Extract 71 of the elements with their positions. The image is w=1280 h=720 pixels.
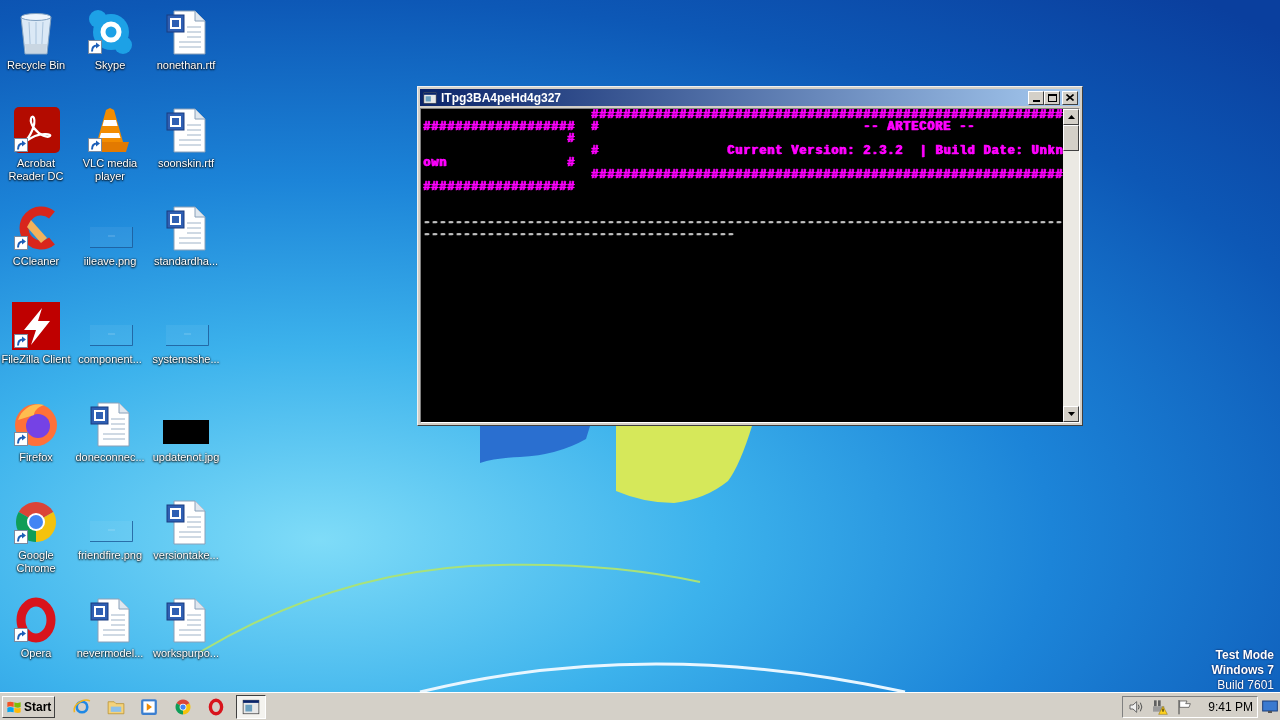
icon-label[interactable]: Google Chrome: [0, 549, 72, 575]
icon-label[interactable]: nevermodel...: [76, 647, 144, 660]
console-text: | Build Date: Unkn: [919, 144, 1063, 158]
console-text: #: [591, 120, 600, 134]
icon-label[interactable]: friendfire.png: [77, 549, 143, 562]
image-thumbnail-icon[interactable]: [90, 227, 133, 248]
console-text: #: [567, 156, 576, 170]
icon-label[interactable]: standardha...: [153, 255, 219, 268]
console-text: #: [591, 144, 600, 158]
window-icon: [242, 697, 261, 716]
icon-label[interactable]: workspurpo...: [153, 647, 219, 660]
icon-label[interactable]: Acrobat Reader DC: [0, 157, 72, 183]
icon-label[interactable]: iileave.png: [83, 255, 137, 268]
icon-label[interactable]: CCleaner: [12, 255, 60, 268]
image-thumbnail-icon[interactable]: [90, 521, 133, 542]
taskbar-window-button[interactable]: [236, 694, 267, 719]
console-text: own: [423, 156, 447, 170]
speaker-icon[interactable]: [1128, 698, 1145, 715]
close-icon: [1066, 94, 1074, 101]
icon-label[interactable]: systemsshe...: [152, 353, 220, 366]
segmented-circle-icon: [173, 697, 192, 716]
image-thumbnail-icon[interactable]: [163, 420, 209, 444]
close-button[interactable]: [1062, 90, 1078, 105]
flag-icon[interactable]: [1176, 698, 1193, 715]
maximize-button[interactable]: [1044, 90, 1060, 105]
console-text: Current Version: 2.3.2: [727, 144, 904, 158]
scroll-down-button[interactable]: [1063, 406, 1079, 422]
icon-label[interactable]: Skype: [94, 59, 126, 72]
console-text: ---------------------------------------: [423, 228, 736, 242]
console-text: ###########################################################: [591, 109, 1063, 122]
console-text: ###########################################################: [591, 168, 1063, 182]
icon-label[interactable]: Firefox: [19, 451, 53, 464]
minimize-button[interactable]: [1028, 90, 1044, 105]
up-arrow-icon: [1067, 115, 1075, 119]
down-arrow-icon: [1067, 412, 1075, 416]
maximize-icon: [1047, 93, 1057, 102]
console-text: #: [567, 132, 576, 146]
bolt-tile-icon[interactable]: [12, 302, 60, 350]
icon-label[interactable]: nonethan.rtf: [156, 59, 216, 72]
window-title: lTpg3BA4peHd4g327: [441, 90, 562, 105]
swirl-tile-icon[interactable]: [12, 106, 60, 154]
icon-label[interactable]: component...: [78, 353, 142, 366]
system-notice-text: Windows 7: [1211, 663, 1274, 678]
icon-label[interactable]: updatenot.jpg: [152, 451, 220, 464]
scroll-up-button[interactable]: [1063, 109, 1079, 125]
icon-label[interactable]: doneconnec...: [75, 451, 145, 464]
start-button[interactable]: Start: [2, 695, 56, 718]
icon-label[interactable]: Recycle Bin: [6, 59, 66, 72]
scrollbar[interactable]: [1063, 109, 1079, 422]
ring-icon: [207, 697, 226, 716]
system-notice-text: Build 7601: [1217, 678, 1274, 693]
image-thumbnail-icon[interactable]: [90, 325, 133, 346]
system-notice-text: Test Mode: [1215, 648, 1274, 663]
minimize-icon: [1032, 99, 1040, 102]
play-icon: [140, 697, 159, 716]
window-icon[interactable]: [423, 90, 437, 105]
icon-label[interactable]: soonskin.rtf: [157, 157, 215, 170]
monitor-icon: [1262, 698, 1278, 715]
console-text: ###################: [423, 180, 576, 194]
icon-label[interactable]: versiontake...: [153, 549, 219, 562]
clock[interactable]: 9:41 PM: [1208, 697, 1253, 716]
icon-label[interactable]: Opera: [20, 647, 52, 660]
network-warning-icon[interactable]: [1152, 698, 1169, 715]
icon-label[interactable]: VLC media player: [73, 157, 147, 183]
image-thumbnail-icon[interactable]: [166, 325, 209, 346]
scrollbar-thumb[interactable]: [1063, 125, 1079, 151]
globe-orbit-icon: [73, 697, 92, 716]
console-text: -- ARTECORE --: [863, 120, 976, 134]
icon-label[interactable]: FileZilla Client: [1, 353, 71, 366]
console-text: ###################: [423, 120, 576, 134]
console-text: --------------------------------------------------------------------------------: [423, 216, 1063, 230]
